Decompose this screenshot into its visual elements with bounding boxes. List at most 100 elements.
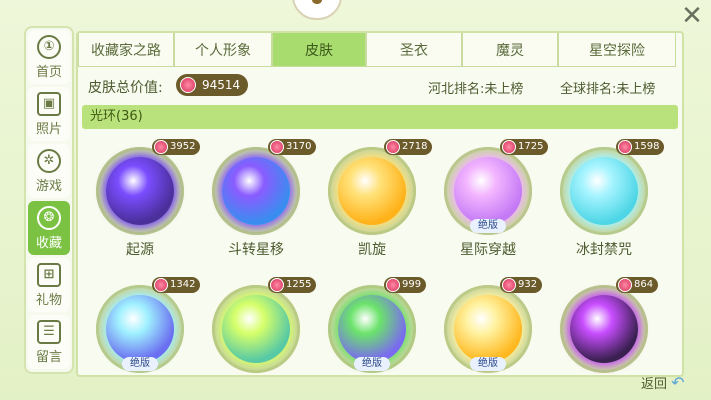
back-button[interactable]: 返回 ↶: [641, 373, 685, 392]
halo-orb-image: [570, 157, 638, 225]
coin-icon: [154, 278, 168, 292]
back-label: 返回: [641, 377, 668, 392]
tab-2[interactable]: 皮肤: [272, 33, 366, 67]
tab-1[interactable]: 个人形象: [174, 33, 272, 67]
halo-orb-image: [570, 295, 638, 363]
sidebar-item-2[interactable]: ✲ 游戏: [28, 144, 70, 198]
sidebar-item-label: 游戏: [35, 178, 62, 194]
price-badge: 2718: [384, 139, 433, 155]
mascot-avatar: [292, 0, 342, 20]
halo-orb-image: [338, 295, 406, 363]
price-badge: 1255: [268, 277, 317, 293]
message-icon: ☰: [37, 319, 61, 344]
coin-icon: [386, 140, 400, 154]
skin-item[interactable]: 1598 冰封禁咒: [544, 139, 665, 261]
price-value: 2718: [402, 141, 428, 152]
sidebar-item-0[interactable]: ① 首页: [28, 30, 70, 84]
sidebar-item-1[interactable]: ▣ 照片: [28, 87, 70, 141]
skin-item[interactable]: 932 绝版: [428, 277, 548, 375]
skin-total-value-number: 94514: [202, 78, 241, 92]
halo-orb-image: [106, 157, 174, 225]
price-badge: 3952: [152, 139, 201, 155]
skin-total-value: 94514: [176, 74, 249, 96]
price-badge: 932: [500, 277, 543, 293]
province-rank: 河北排名:未上榜: [428, 82, 524, 97]
sidebar-item-5[interactable]: ☰ 留言: [28, 315, 70, 369]
limited-tag: 绝版: [470, 219, 506, 233]
collection-icon: ❂: [37, 205, 61, 230]
price-value: 3170: [286, 141, 312, 152]
tab-4[interactable]: 魔灵: [462, 33, 558, 67]
halo-orb-image: [454, 295, 522, 363]
skin-name: 星际穿越: [460, 242, 516, 258]
skin-item[interactable]: 2718 凯旋: [312, 139, 433, 261]
coin-icon: [270, 278, 284, 292]
price-badge: 1725: [500, 139, 549, 155]
price-value: 1342: [170, 279, 196, 290]
skin-item[interactable]: 1725 绝版星际穿越: [428, 139, 549, 261]
coin-icon: [618, 278, 632, 292]
back-arrow-icon: ↶: [671, 373, 685, 392]
sidebar-item-3[interactable]: ❂ 收藏: [28, 201, 70, 255]
skin-name: 冰封禁咒: [576, 242, 632, 258]
price-badge: 1342: [152, 277, 201, 293]
skin-item[interactable]: 3170 斗转星移: [196, 139, 317, 261]
skin-name: 起源: [126, 242, 154, 258]
coin-icon: [270, 140, 284, 154]
price-value: 864: [634, 279, 654, 290]
coin-icon: [180, 77, 196, 93]
price-value: 932: [518, 279, 538, 290]
limited-tag: 绝版: [354, 357, 390, 371]
home-icon: ①: [37, 34, 61, 59]
sidebar-item-label: 首页: [35, 64, 62, 80]
sidebar-item-label: 收藏: [35, 235, 62, 251]
photo-icon: ▣: [37, 91, 61, 116]
skin-total-value-label: 皮肤总价值:: [88, 80, 163, 96]
halo-orb-image: [222, 157, 290, 225]
main-panel: 收藏家之路 个人形象 皮肤 圣衣 魔灵 星空探险 皮肤总价值: 94514 河北排名:未上…: [76, 31, 684, 377]
sidebar-item-4[interactable]: ⊞ 礼物: [28, 258, 70, 312]
limited-tag: 绝版: [122, 357, 158, 371]
price-value: 1255: [286, 279, 312, 290]
skin-name: 凯旋: [358, 242, 386, 258]
price-value: 999: [402, 279, 422, 290]
global-rank: 全球排名:未上榜: [560, 82, 656, 97]
tab-5[interactable]: 星空探险: [558, 33, 676, 67]
halo-orb-image: [106, 295, 174, 363]
price-value: 1725: [518, 141, 544, 152]
skin-item[interactable]: 864: [544, 277, 664, 375]
price-badge: 1598: [616, 139, 665, 155]
coin-icon: [502, 140, 516, 154]
price-value: 1598: [634, 141, 660, 152]
atom-icon: ✲: [37, 148, 61, 173]
sidebar-item-label: 礼物: [35, 292, 62, 308]
price-value: 3952: [170, 141, 196, 152]
section-header-halo: 光环(36): [82, 105, 678, 129]
skin-grid: 3952 起源 3170 斗转星移 2718 凯旋 1725 绝版 星际穿越 1598 冰封禁咒 13…: [78, 139, 682, 375]
coin-icon: [386, 278, 400, 292]
skin-summary: 皮肤总价值: 94514 河北排名:未上榜 全球排名:未上榜: [78, 71, 682, 101]
price-badge: 999: [384, 277, 427, 293]
price-badge: 864: [616, 277, 659, 293]
gift-icon: ⊞: [37, 262, 61, 287]
limited-tag: 绝版: [470, 357, 506, 371]
close-icon[interactable]: ✕: [680, 3, 704, 29]
sidebar-item-label: 照片: [35, 121, 62, 137]
skin-item[interactable]: 1342 绝版: [80, 277, 201, 375]
halo-orb-image: [454, 157, 522, 225]
skin-item[interactable]: 999 绝版: [312, 277, 432, 375]
sidebar: ① 首页 ▣ 照片 ✲ 游戏 ❂ 收藏 ⊞ 礼物 ☰ 留言: [26, 28, 72, 372]
halo-orb-image: [338, 157, 406, 225]
sidebar-item-label: 留言: [35, 349, 62, 365]
tab-3[interactable]: 圣衣: [366, 33, 462, 67]
price-badge: 3170: [268, 139, 317, 155]
tab-bar: 收藏家之路 个人形象 皮肤 圣衣 魔灵 星空探险: [78, 33, 682, 69]
skin-item[interactable]: 3952 起源: [80, 139, 201, 261]
tab-0[interactable]: 收藏家之路: [78, 33, 174, 67]
coin-icon: [502, 278, 516, 292]
skin-name: 斗转星移: [228, 242, 284, 258]
skin-item[interactable]: 1255: [196, 277, 317, 375]
halo-orb-image: [222, 295, 290, 363]
coin-icon: [154, 140, 168, 154]
coin-icon: [618, 140, 632, 154]
